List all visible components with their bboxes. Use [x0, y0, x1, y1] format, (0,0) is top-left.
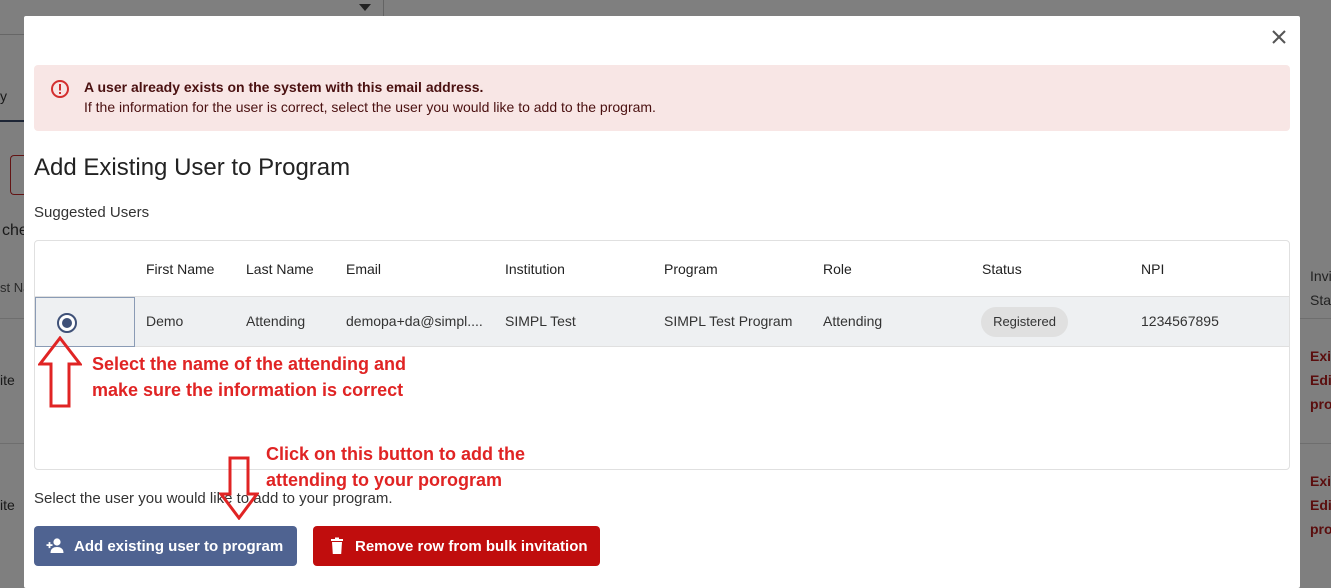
remove-row-button[interactable]: Remove row from bulk invitation — [313, 526, 600, 566]
suggested-users-label: Suggested Users — [34, 204, 150, 221]
remove-row-label: Remove row from bulk invitation — [355, 537, 588, 555]
dialog-title: Add Existing User to Program — [34, 154, 351, 181]
table-row[interactable]: Demo Attending demopa+da@simpl.... SIMPL… — [35, 297, 1289, 347]
add-existing-user-button[interactable]: Add existing user to program — [34, 526, 297, 566]
column-header-program[interactable]: Program — [664, 261, 718, 277]
alert-title: A user already exists on the system with… — [84, 79, 484, 95]
cell-institution: SIMPL Test — [505, 313, 576, 329]
user-select-radio[interactable] — [57, 313, 77, 333]
add-existing-user-label: Add existing user to program — [74, 537, 284, 555]
column-header-institution[interactable]: Institution — [505, 261, 565, 277]
annotation-select-line2: make sure the information is correct — [92, 380, 404, 400]
status-badge: Registered — [981, 307, 1068, 337]
table-header: First Name Last Name Email Institution P… — [35, 241, 1289, 297]
cell-last-name: Attending — [246, 313, 306, 329]
column-header-npi[interactable]: NPI — [1141, 261, 1164, 277]
column-header-status[interactable]: Status — [982, 261, 1022, 277]
cell-role: Attending — [823, 313, 883, 329]
radio-selected-dot — [62, 318, 72, 328]
trash-icon — [331, 537, 343, 554]
arrow-down-icon — [219, 456, 259, 520]
annotation-select-line1: Select the name of the attending and — [92, 354, 407, 374]
arrow-up-icon — [38, 336, 82, 408]
column-header-first-name[interactable]: First Name — [146, 261, 214, 277]
close-icon — [1272, 30, 1286, 44]
cell-email: demopa+da@simpl.... — [346, 313, 483, 329]
close-button[interactable] — [1268, 26, 1290, 48]
column-header-last-name[interactable]: Last Name — [246, 261, 314, 277]
add-user-icon — [46, 538, 64, 553]
cell-npi: 1234567895 — [1141, 313, 1219, 329]
alert-circle-icon — [51, 80, 69, 98]
column-header-email[interactable]: Email — [346, 261, 381, 277]
alert-message: If the information for the user is corre… — [84, 99, 656, 115]
add-existing-user-dialog: A user already exists on the system with… — [24, 16, 1300, 588]
column-header-role[interactable]: Role — [823, 261, 852, 277]
cell-program: SIMPL Test Program — [664, 313, 793, 329]
annotation-click-line2: attending to your porogram — [266, 470, 502, 490]
cell-first-name: Demo — [146, 313, 184, 329]
error-alert: A user already exists on the system with… — [34, 65, 1290, 131]
annotation-click-line1: Click on this button to add the — [266, 444, 525, 464]
